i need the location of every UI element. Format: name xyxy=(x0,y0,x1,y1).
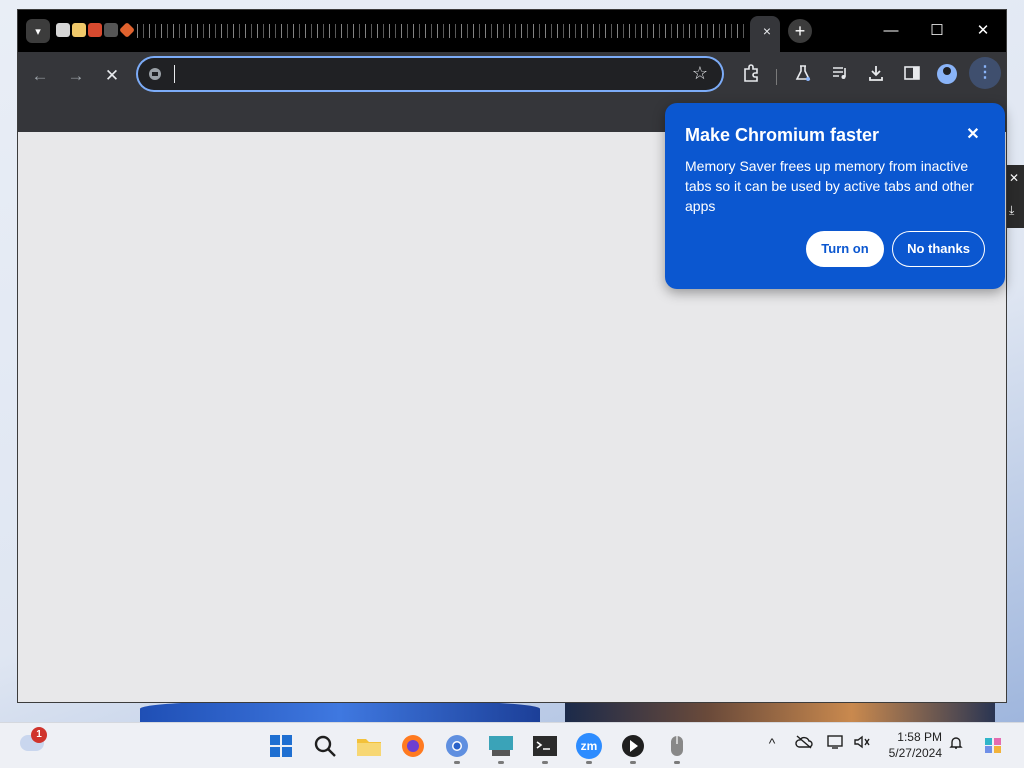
system-clock[interactable]: 1:58 PM 5/27/2024 xyxy=(880,729,942,761)
tab-favicon-icon[interactable] xyxy=(88,23,102,37)
bookmark-star-icon[interactable]: ☆ xyxy=(692,63,708,84)
tab-search-button[interactable]: ▾ xyxy=(26,19,50,43)
running-indicator xyxy=(498,761,504,764)
title-bar: ▾ × + — ☐ ✕ xyxy=(18,10,1006,52)
download-icon[interactable] xyxy=(864,64,888,88)
running-indicator xyxy=(674,761,680,764)
running-indicator xyxy=(542,761,548,764)
toolbar: ← → ✕ ☆ ⋮ xyxy=(18,52,1006,100)
turn-on-button[interactable]: Turn on xyxy=(806,231,884,267)
new-tab-button[interactable]: + xyxy=(788,19,812,43)
tab-favicon-icon[interactable] xyxy=(104,23,118,37)
running-indicator xyxy=(630,761,636,764)
close-icon[interactable]: ✕ xyxy=(1009,171,1019,185)
volume-muted-icon[interactable] xyxy=(852,735,872,752)
maximize-button[interactable]: ☐ xyxy=(917,16,957,46)
mouse-icon[interactable] xyxy=(664,733,690,759)
profile-avatar-icon[interactable] xyxy=(937,64,957,84)
memory-saver-popup: Make Chromium faster ✕ Memory Saver free… xyxy=(665,103,1005,289)
play-icon[interactable] xyxy=(620,733,646,759)
clock-time: 1:58 PM xyxy=(897,730,942,744)
tab-favicon-icon[interactable] xyxy=(119,22,135,38)
taskbar: 1 zm ^ 1:58 PM 5/27/2024 xyxy=(0,722,1024,768)
close-icon[interactable]: ✕ xyxy=(963,125,983,145)
minimize-button[interactable]: — xyxy=(871,16,911,46)
folder-icon[interactable] xyxy=(356,733,382,759)
text-cursor xyxy=(174,65,175,83)
loading-tabs-row[interactable] xyxy=(134,24,748,38)
windows-icon[interactable] xyxy=(268,733,294,759)
terminal-icon[interactable] xyxy=(532,733,558,759)
firefox-icon[interactable] xyxy=(400,733,426,759)
zoom-label: zm xyxy=(580,739,598,753)
copilot-icon[interactable] xyxy=(982,735,1002,758)
bell-icon[interactable] xyxy=(946,735,966,754)
flask-icon[interactable] xyxy=(791,64,815,88)
tab-favicon-icon[interactable] xyxy=(56,23,70,37)
background-window-image xyxy=(565,700,995,722)
close-window-button[interactable]: ✕ xyxy=(963,16,1003,46)
tab-favicon-icon[interactable] xyxy=(72,23,86,37)
puzzle-icon[interactable] xyxy=(739,64,763,88)
close-tab-button[interactable]: × xyxy=(759,22,775,40)
running-indicator xyxy=(586,761,592,764)
clock-date: 5/27/2024 xyxy=(888,746,942,760)
toolbar-separator xyxy=(776,69,777,85)
tray-overflow-chevron-icon[interactable]: ^ xyxy=(762,735,782,751)
wallpaper-bloom xyxy=(140,700,540,722)
running-indicator xyxy=(454,761,460,764)
background-window-edge: ✕ ⤓ xyxy=(1006,165,1024,228)
address-bar[interactable]: ☆ xyxy=(138,58,722,90)
forward-button[interactable]: → xyxy=(64,64,88,88)
onedrive-offline-icon[interactable] xyxy=(794,735,814,752)
chevron-down-icon: ▾ xyxy=(35,25,41,38)
stop-loading-button[interactable]: ✕ xyxy=(100,64,124,88)
popup-title: Make Chromium faster xyxy=(685,125,880,145)
search-icon[interactable] xyxy=(312,733,338,759)
popup-body: Memory Saver frees up memory from inacti… xyxy=(685,158,974,214)
back-button[interactable]: ← xyxy=(28,64,52,88)
zoom-icon[interactable]: zm xyxy=(576,733,602,759)
keyboard-icon[interactable] xyxy=(488,733,514,759)
site-info-icon[interactable] xyxy=(148,67,162,81)
notification-badge: 1 xyxy=(31,727,47,743)
browser-menu-button[interactable]: ⋮ xyxy=(969,57,1001,89)
side-panel-icon[interactable] xyxy=(900,64,924,88)
display-icon[interactable] xyxy=(826,735,846,752)
download-icon[interactable]: ⤓ xyxy=(1009,203,1014,218)
no-thanks-button[interactable]: No thanks xyxy=(892,231,985,267)
tab-strip xyxy=(56,22,748,40)
media-controls-icon[interactable] xyxy=(828,64,852,88)
chromium-icon[interactable] xyxy=(444,733,470,759)
